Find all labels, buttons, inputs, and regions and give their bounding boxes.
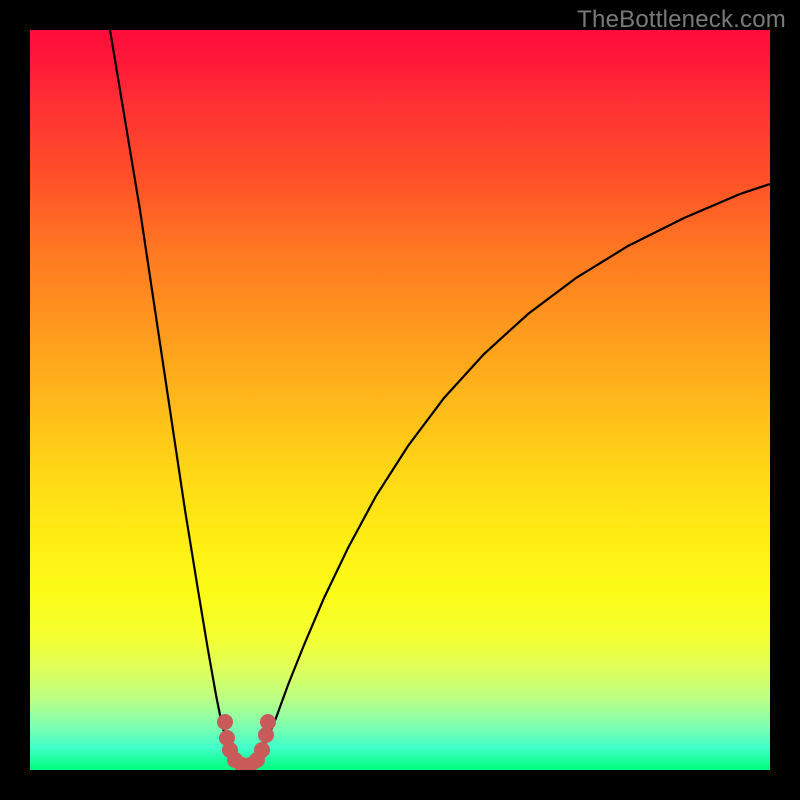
- highlight-dot: [217, 714, 233, 730]
- bottleneck-curve: [30, 30, 770, 770]
- watermark-text: TheBottleneck.com: [577, 6, 786, 34]
- highlight-dot: [254, 742, 270, 758]
- highlight-dots: [217, 714, 276, 770]
- chart-plot-area: [30, 30, 770, 770]
- highlight-dot: [260, 714, 276, 730]
- curve-line: [110, 30, 770, 765]
